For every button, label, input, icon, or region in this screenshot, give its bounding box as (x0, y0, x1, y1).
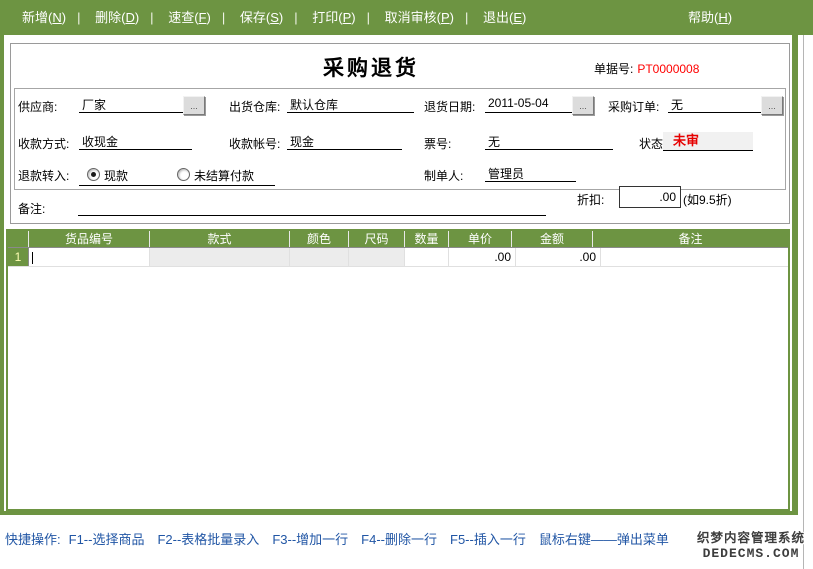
menu-item-quick-search[interactable]: 速查(F) (159, 10, 220, 25)
payment-method-label: 收款方式: (18, 135, 69, 151)
maker-label: 制单人: (424, 167, 463, 183)
watermark-line1: 织梦内容管理系统 (694, 527, 808, 546)
status-badge: 未审 (663, 132, 753, 151)
purchase-order-browse-button[interactable]: ... (761, 96, 783, 115)
grid-header-style: 款式 (150, 231, 290, 247)
return-date-field[interactable]: 2011-05-04 (485, 96, 582, 113)
maker-field[interactable]: 管理员 (485, 165, 576, 182)
cell-unit-price[interactable]: .00 (449, 248, 516, 266)
menu-separator: | (148, 10, 155, 25)
frame-border-left (0, 35, 4, 515)
shortcut-hints-bar: 快捷操作: F1--选择商品 F2--表格批量录入 F3--增加一行 F4--删除一行 F… (5, 529, 682, 548)
radio-cash[interactable] (87, 168, 100, 181)
grid-header-unit-price: 单价 (449, 231, 512, 247)
radio-unsettled-payment-label[interactable]: 未结算付款 (194, 167, 254, 184)
remark-field[interactable] (78, 200, 546, 216)
form-panel: 采购退货 单据号: PT0000008 供应商: 厂家 ... 出货仓库: 默认仓… (10, 43, 790, 224)
discount-input[interactable]: .00 (619, 186, 681, 208)
shortcut-f4: F4--删除一行 (361, 532, 437, 547)
cell-color[interactable] (290, 248, 349, 266)
ticket-no-field[interactable]: 无 (485, 133, 613, 150)
cell-style[interactable] (150, 248, 290, 266)
cell-size[interactable] (349, 248, 405, 266)
discount-hint: (如9.5折) (683, 191, 732, 207)
remark-label: 备注: (18, 200, 45, 216)
frame-border-right (792, 35, 798, 515)
items-grid: 货品编号 款式 颜色 尺码 数量 单价 金额 备注 1 .00 .00 (6, 229, 790, 511)
grid-header-size: 尺码 (349, 231, 405, 247)
menu-separator: | (75, 10, 82, 25)
grid-row: 1 .00 .00 (8, 248, 788, 267)
menu-item-save[interactable]: 保存(S) (231, 10, 292, 25)
cell-product-code[interactable] (29, 248, 150, 266)
shortcut-right-click: 鼠标右键——弹出菜单 (539, 532, 669, 547)
shortcut-f1: F1--选择商品 (69, 532, 145, 547)
menu-separator: | (220, 10, 227, 25)
grid-header-row: 货品编号 款式 颜色 尺码 数量 单价 金额 备注 (8, 231, 788, 248)
document-number-value: PT0000008 (637, 62, 699, 76)
row-number-cell: 1 (8, 248, 29, 266)
cell-remark[interactable] (601, 248, 788, 266)
purchase-order-label: 采购订单: (608, 98, 659, 114)
payment-account-field[interactable]: 现金 (287, 133, 402, 150)
frame-border-bottom (0, 511, 798, 515)
window-edge-right (803, 35, 804, 569)
shortcut-f3: F3--增加一行 (272, 532, 348, 547)
warehouse-field[interactable]: 默认仓库 (287, 96, 414, 113)
menu-separator: | (365, 10, 372, 25)
menu-item-cancel-audit[interactable]: 取消审核(P) (376, 10, 463, 25)
grid-header-rownum (8, 231, 29, 247)
page-title: 采购退货 (231, 52, 511, 82)
menu-item-delete[interactable]: 删除(D) (86, 10, 148, 25)
grid-header-qty: 数量 (405, 231, 449, 247)
cell-qty[interactable] (405, 248, 449, 266)
warehouse-label: 出货仓库: (229, 98, 280, 114)
grid-header-color: 颜色 (290, 231, 349, 247)
discount-label: 折扣: (577, 191, 604, 207)
return-date-label: 退货日期: (424, 98, 475, 114)
menu-item-exit[interactable]: 退出(E) (474, 10, 535, 25)
toolbar-items: 新增(N)| 删除(D)| 速查(F)| 保存(S)| 打印(P)| 取消审核(… (0, 10, 535, 25)
menu-item-new[interactable]: 新增(N) (13, 10, 75, 25)
return-date-browse-button[interactable]: ... (572, 96, 594, 115)
shortcut-f2: F2--表格批量录入 (157, 532, 259, 547)
shortcut-f5: F5--插入一行 (450, 532, 526, 547)
dedecms-watermark: 织梦内容管理系统 DEDECMS.COM (694, 527, 808, 561)
payment-account-label: 收款帐号: (229, 135, 280, 151)
grid-header-remark: 备注 (593, 231, 788, 247)
menu-separator: | (463, 10, 470, 25)
grid-header-product-code: 货品编号 (29, 231, 150, 247)
supplier-browse-button[interactable]: ... (183, 96, 205, 115)
ticket-no-label: 票号: (424, 135, 451, 151)
main-toolbar: 新增(N)| 删除(D)| 速查(F)| 保存(S)| 打印(P)| 取消审核(… (0, 0, 813, 35)
refund-to-label: 退款转入: (18, 167, 69, 183)
menu-item-help[interactable]: 帮助(H) (688, 0, 732, 35)
radio-cash-label[interactable]: 现款 (104, 167, 128, 184)
document-number: 单据号: PT0000008 (594, 60, 699, 77)
supplier-label: 供应商: (18, 98, 57, 114)
watermark-line2: DEDECMS.COM (694, 546, 808, 561)
purchase-order-field[interactable]: 无 (668, 96, 771, 113)
shortcut-prefix: 快捷操作: (5, 532, 61, 547)
grid-header-amount: 金额 (512, 231, 593, 247)
menu-separator: | (292, 10, 299, 25)
radio-unsettled-payment[interactable] (177, 168, 190, 181)
refund-to-radio-group: 现款 未结算付款 (79, 165, 275, 186)
text-cursor (32, 252, 33, 264)
cell-amount[interactable]: .00 (516, 248, 601, 266)
menu-item-print[interactable]: 打印(P) (303, 10, 364, 25)
payment-method-field[interactable]: 收现金 (79, 133, 192, 150)
supplier-field[interactable]: 厂家 (79, 96, 184, 113)
document-number-label: 单据号: (594, 62, 633, 76)
app-window: 新增(N)| 删除(D)| 速查(F)| 保存(S)| 打印(P)| 取消审核(… (0, 0, 813, 569)
